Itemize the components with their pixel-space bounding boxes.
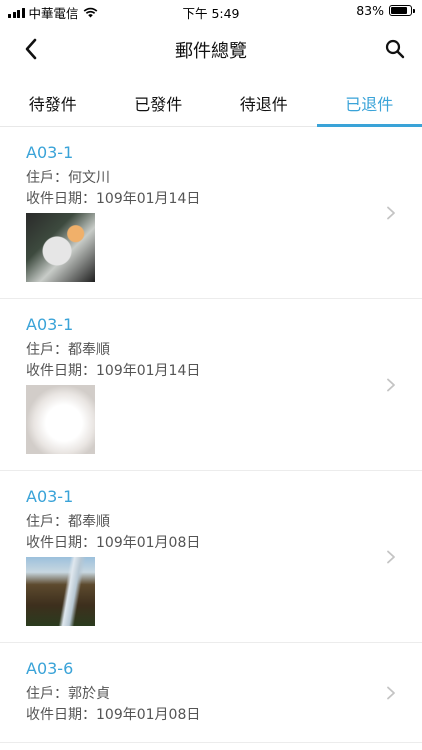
chevron-right-icon bbox=[387, 378, 395, 392]
unit-code: A03-6 bbox=[26, 659, 74, 678]
list-item[interactable]: A03-1 住戶：都奉順 收件日期：109年01月08日 bbox=[0, 471, 422, 643]
unit-code: A03-1 bbox=[26, 487, 74, 506]
unit-code: A03-1 bbox=[26, 315, 74, 334]
chevron-right-icon bbox=[387, 686, 395, 700]
received-date: 收件日期：109年01月08日 bbox=[26, 535, 201, 551]
tab-bar: 待發件 已發件 待退件 已退件 bbox=[0, 76, 422, 127]
tab-sent[interactable]: 已發件 bbox=[106, 76, 212, 126]
resident-name: 住戶：都奉順 bbox=[26, 342, 110, 358]
status-right: 83% bbox=[356, 3, 415, 18]
resident-name: 住戶：都奉順 bbox=[26, 514, 110, 530]
resident-name: 住戶：何文川 bbox=[26, 170, 110, 186]
page-title: 郵件總覽 bbox=[175, 41, 247, 62]
mail-photo-thumbnail[interactable] bbox=[26, 213, 95, 282]
list-item[interactable]: A03-6 住戶：郭於貞 收件日期：109年01月08日 bbox=[0, 643, 422, 743]
received-date: 收件日期：109年01月14日 bbox=[26, 363, 201, 379]
mail-photo-thumbnail[interactable] bbox=[26, 557, 95, 626]
battery-icon bbox=[389, 5, 415, 16]
search-button[interactable] bbox=[382, 36, 408, 62]
list-item[interactable]: A03-1 住戶：何文川 收件日期：109年01月14日 bbox=[0, 127, 422, 299]
chevron-right-icon bbox=[387, 550, 395, 564]
received-date: 收件日期：109年01月08日 bbox=[26, 707, 201, 723]
received-date: 收件日期：109年01月14日 bbox=[26, 191, 201, 207]
battery-percent: 83% bbox=[356, 3, 384, 18]
nav-bar: 郵件總覽 bbox=[0, 26, 422, 72]
tab-returned[interactable]: 已退件 bbox=[316, 76, 422, 127]
unit-code: A03-1 bbox=[26, 143, 74, 162]
resident-name: 住戶：郭於貞 bbox=[26, 686, 110, 702]
status-bar: 中華電信 下午 5:49 83% bbox=[0, 0, 422, 22]
chevron-right-icon bbox=[387, 206, 395, 220]
search-icon bbox=[385, 39, 405, 59]
battery-fill bbox=[391, 7, 407, 14]
tab-pending-send[interactable]: 待發件 bbox=[0, 76, 106, 126]
tab-pending-return[interactable]: 待退件 bbox=[211, 76, 317, 126]
mail-photo-thumbnail[interactable] bbox=[26, 385, 95, 454]
list-item[interactable]: A03-1 住戶：都奉順 收件日期：109年01月14日 bbox=[0, 299, 422, 471]
mail-list: A03-1 住戶：何文川 收件日期：109年01月14日 A03-1 住戶：都奉… bbox=[0, 127, 422, 743]
